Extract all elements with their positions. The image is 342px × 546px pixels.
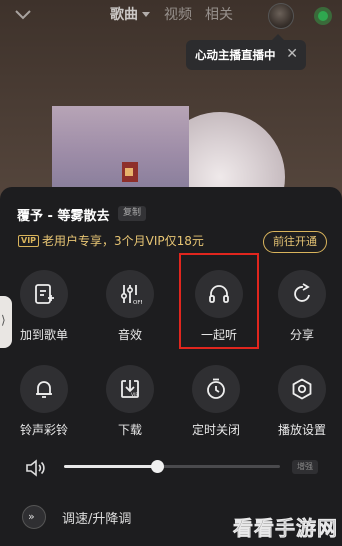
open-vip-button[interactable]: 前往开通 xyxy=(263,231,327,253)
speed-pitch-label: 调速/升降调 xyxy=(62,512,132,527)
share-icon xyxy=(294,283,310,302)
sleep-timer-circle xyxy=(192,365,240,413)
share-circle xyxy=(278,270,326,318)
svg-text:VIP: VIP xyxy=(131,392,138,398)
cover-house-art xyxy=(122,162,138,182)
playback-settings-circle xyxy=(278,365,326,413)
download-circle: VIP xyxy=(106,365,154,413)
chevron-down-icon[interactable] xyxy=(12,5,34,25)
live-status-icon[interactable] xyxy=(314,7,332,25)
action-label: 播放设置 xyxy=(277,423,326,437)
ringtone-circle xyxy=(20,365,68,413)
tab-video[interactable]: 视频 xyxy=(164,6,192,24)
share-button[interactable]: 分享 xyxy=(267,270,337,343)
handle-glyph: ⟩ xyxy=(1,313,6,327)
action-label: 铃声彩铃 xyxy=(19,423,68,437)
ringtone-button[interactable]: 铃声彩铃 xyxy=(9,365,79,438)
svg-text:OFF: OFF xyxy=(133,300,142,306)
vip-promo-text: 老用户专享，3个月VIP仅18元 xyxy=(42,234,204,248)
streamer-avatar[interactable] xyxy=(268,3,294,29)
action-label: 分享 xyxy=(289,328,314,342)
tab-song[interactable]: 歌曲 xyxy=(110,6,138,24)
sound-effect-circle: OFF xyxy=(106,270,154,318)
add-to-playlist-icon xyxy=(35,284,54,304)
bell-icon xyxy=(36,381,52,398)
download-button[interactable]: VIP 下载 xyxy=(95,365,165,438)
more-actions-sheet: 覆予 - 等雾散去 复制 VIP 老用户专享，3个月VIP仅18元 前往开通 加… xyxy=(0,187,342,546)
song-title: 覆予 - 等雾散去 xyxy=(17,209,110,224)
volume-knob[interactable] xyxy=(150,460,164,473)
timer-icon xyxy=(207,378,225,399)
speed-icon: » xyxy=(22,505,46,529)
volume-icon[interactable] xyxy=(24,457,48,479)
volume-fill xyxy=(64,465,157,468)
close-icon[interactable]: ✕ xyxy=(286,45,298,63)
sound-effect-button[interactable]: OFF 音效 xyxy=(95,270,165,343)
live-tooltip[interactable]: 心动主播直播中 ✕ xyxy=(186,34,306,70)
highlight-box xyxy=(179,253,259,349)
side-drawer-handle[interactable]: ⟩ xyxy=(0,296,12,348)
add-to-playlist-circle xyxy=(20,270,68,318)
action-label: 下载 xyxy=(117,423,142,437)
tab-caret-icon xyxy=(142,12,150,17)
tab-related[interactable]: 相关 xyxy=(205,6,233,24)
copy-button[interactable]: 复制 xyxy=(118,206,147,221)
add-to-playlist-button[interactable]: 加到歌单 xyxy=(9,270,79,343)
action-label: 加到歌单 xyxy=(19,328,68,342)
watermark: 看看手游网 xyxy=(233,516,338,541)
volume-slider[interactable] xyxy=(64,465,280,468)
playback-settings-button[interactable]: 播放设置 xyxy=(267,365,337,438)
tooltip-text: 心动主播直播中 xyxy=(195,48,276,62)
sound-effect-icon: OFF xyxy=(120,285,142,306)
download-icon: VIP xyxy=(121,380,139,398)
speed-icon-glyph: » xyxy=(28,510,35,523)
sleep-timer-button[interactable]: 定时关闭 xyxy=(181,365,251,438)
vip-badge: VIP xyxy=(18,235,40,247)
action-label: 音效 xyxy=(117,328,142,342)
top-bar: 歌曲 视频 相关 xyxy=(0,0,342,34)
action-label: 定时关闭 xyxy=(191,423,240,437)
settings-icon xyxy=(292,378,312,400)
volume-boost-button[interactable]: 增强 xyxy=(292,460,318,474)
